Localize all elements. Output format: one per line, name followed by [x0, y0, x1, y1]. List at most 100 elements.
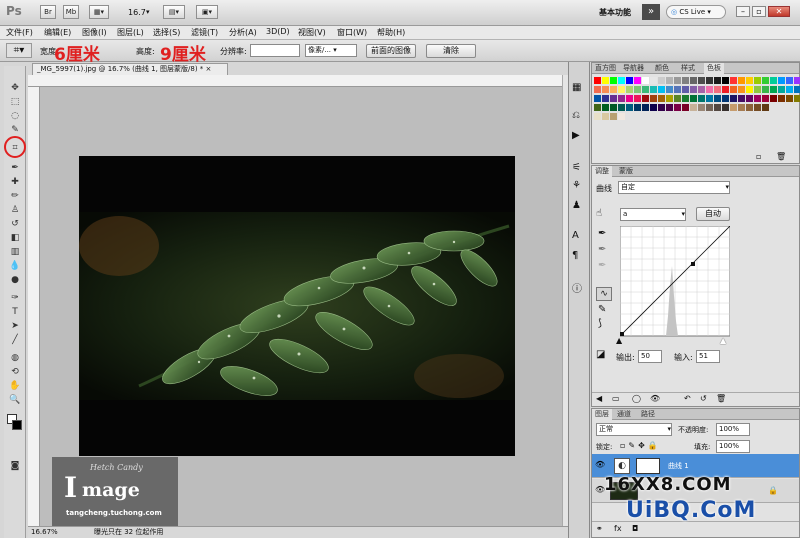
- color-swatch[interactable]: [594, 77, 601, 84]
- color-swatch[interactable]: [634, 77, 641, 84]
- color-swatch[interactable]: [786, 86, 793, 93]
- color-swatch[interactable]: [650, 95, 657, 102]
- color-swatch[interactable]: [682, 104, 689, 111]
- menu-analysis[interactable]: 分析(A): [229, 27, 257, 38]
- menu-layer[interactable]: 图层(L): [117, 27, 144, 38]
- history-brush-tool-icon[interactable]: ↺: [7, 218, 23, 231]
- color-swatch[interactable]: [770, 95, 777, 102]
- canvas-area[interactable]: Hetch Candy I mage tangcheng.tuchong.com: [40, 87, 562, 526]
- color-swatch[interactable]: [618, 113, 625, 120]
- color-swatch[interactable]: [642, 104, 649, 111]
- path-select-tool-icon[interactable]: ➤: [7, 320, 23, 333]
- zoom-chevron-icon[interactable]: ▾: [146, 8, 150, 16]
- type-tool-icon[interactable]: T: [7, 306, 23, 319]
- menu-image[interactable]: 图像(I): [82, 27, 107, 38]
- tab-layers[interactable]: 图层: [592, 409, 612, 420]
- color-swatch[interactable]: [786, 95, 793, 102]
- color-swatch[interactable]: [754, 95, 761, 102]
- tab-styles[interactable]: 样式: [678, 63, 698, 74]
- color-swatch[interactable]: [666, 77, 673, 84]
- color-swatch[interactable]: [674, 95, 681, 102]
- tab-color[interactable]: 颜色: [652, 63, 672, 74]
- curves-graph[interactable]: [620, 226, 730, 338]
- tab-histogram[interactable]: 直方图: [592, 63, 619, 74]
- back-arrow-icon[interactable]: ◀: [596, 393, 602, 405]
- histogram-panel-icon[interactable]: ▦: [572, 82, 581, 93]
- color-swatch[interactable]: [634, 104, 641, 111]
- color-swatch[interactable]: [674, 86, 681, 93]
- actions-panel-icon[interactable]: ▶: [572, 130, 580, 141]
- auto-button[interactable]: 自动: [696, 207, 730, 221]
- color-swatch[interactable]: [730, 77, 737, 84]
- color-swatch[interactable]: [658, 95, 665, 102]
- color-swatch[interactable]: [666, 104, 673, 111]
- color-swatch[interactable]: [786, 77, 793, 84]
- 3d-rotate-tool-icon[interactable]: ◍: [7, 352, 23, 365]
- color-swatch[interactable]: [778, 77, 785, 84]
- color-swatch[interactable]: [690, 104, 697, 111]
- zoom-level[interactable]: 16.7: [128, 8, 146, 17]
- color-swatch[interactable]: [706, 104, 713, 111]
- color-swatch[interactable]: [698, 77, 705, 84]
- color-swatch[interactable]: [626, 77, 633, 84]
- color-swatch[interactable]: [714, 86, 721, 93]
- color-swatch[interactable]: [690, 86, 697, 93]
- 3d-camera-tool-icon[interactable]: ⟲: [7, 366, 23, 379]
- color-swatch[interactable]: [650, 77, 657, 84]
- character-panel-icon[interactable]: A: [572, 230, 579, 241]
- lock-icons[interactable]: ▫✎✥🔒: [620, 441, 661, 450]
- color-swatch[interactable]: [618, 95, 625, 102]
- color-swatch[interactable]: [690, 77, 697, 84]
- pencil-draw-icon[interactable]: ✎: [598, 304, 606, 315]
- color-swatch[interactable]: [602, 95, 609, 102]
- tab-paths[interactable]: 路径: [638, 409, 658, 420]
- color-swatch[interactable]: [602, 104, 609, 111]
- color-swatch[interactable]: [706, 77, 713, 84]
- color-swatch[interactable]: [674, 77, 681, 84]
- gradient-tool-icon[interactable]: ▥: [7, 246, 23, 259]
- smooth-curve-icon[interactable]: ⟆: [598, 318, 602, 329]
- screen-mode-button[interactable]: ▣▾: [196, 5, 218, 19]
- color-swatch[interactable]: [698, 95, 705, 102]
- brush-tool-icon[interactable]: ✏: [7, 190, 23, 203]
- color-swatch[interactable]: [706, 86, 713, 93]
- eraser-tool-icon[interactable]: ◧: [7, 232, 23, 245]
- color-swatch[interactable]: [594, 104, 601, 111]
- color-swatch[interactable]: [770, 86, 777, 93]
- color-swatch[interactable]: [722, 77, 729, 84]
- color-swatch[interactable]: [658, 86, 665, 93]
- blend-mode-select[interactable]: 正常 ▾: [596, 423, 672, 436]
- close-tab-icon[interactable]: ×: [206, 65, 212, 73]
- previous-state-icon[interactable]: ↶: [684, 393, 691, 405]
- color-swatch[interactable]: [594, 113, 601, 120]
- height-value[interactable]: 9厘米: [160, 40, 206, 65]
- menu-window[interactable]: 窗口(W): [337, 27, 367, 38]
- shape-tool-icon[interactable]: ╱: [7, 334, 23, 347]
- channel-select[interactable]: a ▾: [620, 208, 686, 221]
- color-swatch[interactable]: [770, 77, 777, 84]
- color-swatch[interactable]: [730, 104, 737, 111]
- brushes-panel-icon[interactable]: ⚘: [572, 180, 581, 191]
- minimize-button[interactable]: –: [736, 6, 750, 17]
- layer-style-icon[interactable]: fx: [614, 522, 622, 536]
- color-swatch[interactable]: [746, 86, 753, 93]
- color-swatch[interactable]: [626, 95, 633, 102]
- swatch-grid[interactable]: [594, 77, 800, 135]
- new-swatch-icon[interactable]: ▫: [756, 152, 761, 161]
- color-swatch[interactable]: [698, 104, 705, 111]
- color-swatch[interactable]: [714, 104, 721, 111]
- color-swatch[interactable]: [594, 86, 601, 93]
- workspace-label[interactable]: 基本功能: [599, 7, 631, 18]
- color-swatch[interactable]: [618, 104, 625, 111]
- color-swatch[interactable]: [690, 95, 697, 102]
- move-tool-icon[interactable]: ✥: [7, 82, 23, 95]
- color-swatch[interactable]: [762, 104, 769, 111]
- fill-input[interactable]: 100%: [716, 440, 750, 453]
- color-swatch[interactable]: [778, 95, 785, 102]
- color-swatch[interactable]: [682, 86, 689, 93]
- output-input[interactable]: 50: [638, 350, 662, 363]
- menu-view[interactable]: 视图(V): [298, 27, 326, 38]
- color-swatch[interactable]: [754, 77, 761, 84]
- color-swatch[interactable]: [626, 104, 633, 111]
- color-swatch[interactable]: [594, 95, 601, 102]
